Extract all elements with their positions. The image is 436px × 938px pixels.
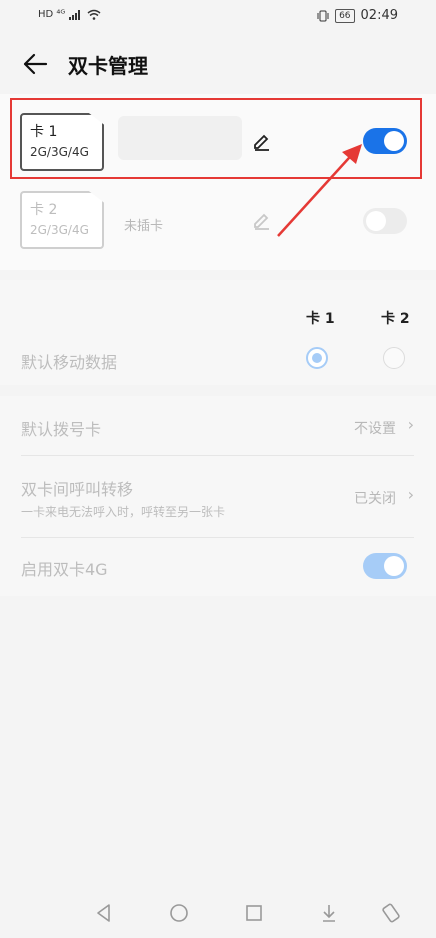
mobile-data-radio-sim2 bbox=[383, 347, 405, 369]
back-arrow-icon[interactable] bbox=[22, 51, 48, 77]
chevron-right-icon: › bbox=[407, 485, 414, 504]
app-header: 双卡管理 bbox=[0, 34, 436, 94]
default-dial-row[interactable]: 默认拨号卡 不设置 › bbox=[0, 396, 436, 454]
sim2-card-icon: 卡 2 2G/3G/4G bbox=[20, 191, 104, 249]
nav-rotate-icon[interactable] bbox=[380, 902, 402, 924]
sim2-name: 卡 2 bbox=[30, 202, 58, 218]
clock: 02:49 bbox=[360, 8, 398, 23]
col-header-sim1: 卡 1 bbox=[306, 311, 335, 327]
sim2-type: 2G/3G/4G bbox=[30, 223, 89, 237]
mobile-data-section: 卡 1 卡 2 默认移动数据 bbox=[0, 280, 436, 385]
default-dial-value: 不设置 bbox=[354, 421, 396, 437]
sim2-status: 未插卡 bbox=[124, 219, 164, 234]
dual-4g-toggle[interactable] bbox=[363, 553, 407, 579]
nav-recents-icon[interactable] bbox=[243, 902, 265, 924]
annotation-arrow-icon bbox=[277, 144, 362, 237]
col-header-sim2: 卡 2 bbox=[381, 311, 410, 327]
default-mobile-data-label: 默认移动数据 bbox=[21, 353, 118, 372]
signal-icon bbox=[69, 9, 81, 20]
toggle-knob bbox=[384, 556, 404, 576]
call-forward-value: 已关闭 bbox=[354, 491, 396, 507]
vibrate-icon bbox=[317, 10, 329, 21]
dual-4g-row: 启用双卡4G bbox=[0, 538, 436, 596]
mobile-data-radio-sim1[interactable] bbox=[306, 347, 328, 369]
status-bar: HD ⁴ᴳ 66 02:49 bbox=[0, 0, 436, 34]
call-forward-row[interactable]: 双卡间呼叫转移 一卡来电无法呼入时，呼转至另一张卡 已关闭 › bbox=[0, 456, 436, 536]
page-title: 双卡管理 bbox=[68, 54, 148, 78]
nav-back-icon[interactable] bbox=[93, 902, 115, 924]
battery-icon: 66 bbox=[335, 8, 355, 23]
wifi-icon bbox=[87, 9, 101, 20]
settings-section: 默认拨号卡 不设置 › 双卡间呼叫转移 一卡来电无法呼入时，呼转至另一张卡 已关… bbox=[0, 396, 436, 596]
network-indicators: HD ⁴ᴳ bbox=[38, 9, 66, 20]
call-forward-label: 双卡间呼叫转移 bbox=[21, 480, 134, 499]
dual-4g-label: 启用双卡4G bbox=[21, 560, 108, 579]
call-forward-description: 一卡来电无法呼入时，呼转至另一张卡 bbox=[21, 505, 226, 519]
sim2-edit-icon bbox=[254, 213, 269, 230]
chevron-right-icon: › bbox=[407, 415, 414, 434]
nav-download-icon[interactable] bbox=[318, 902, 340, 924]
nav-home-icon[interactable] bbox=[168, 902, 190, 924]
status-left: HD ⁴ᴳ bbox=[38, 9, 101, 20]
status-right: 66 02:49 bbox=[317, 8, 398, 23]
default-dial-label: 默认拨号卡 bbox=[21, 420, 102, 439]
sim2-row: 卡 2 2G/3G/4G bbox=[0, 182, 436, 268]
system-nav-bar bbox=[0, 890, 436, 938]
